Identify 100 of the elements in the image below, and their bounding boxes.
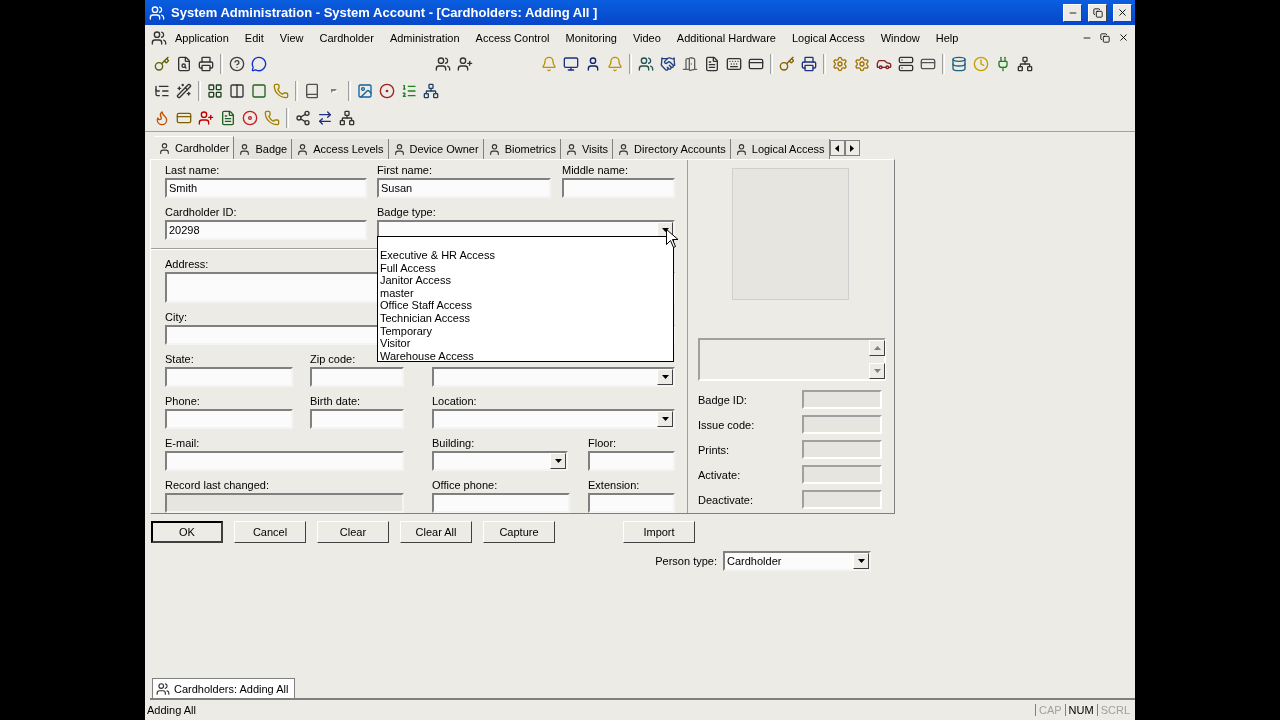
input-field[interactable] xyxy=(588,493,675,513)
dropdown-option[interactable]: Executive & HR Access xyxy=(378,249,673,262)
field-label: Last name: xyxy=(165,164,220,178)
user-icon xyxy=(734,142,748,156)
field-label: Address: xyxy=(165,258,209,272)
dropdown-option[interactable]: Full Access xyxy=(378,261,673,275)
user-icon xyxy=(487,142,501,156)
tab[interactable]: Visits xyxy=(560,139,614,159)
dialog-button[interactable]: OK xyxy=(151,521,223,543)
user-icon xyxy=(238,142,252,156)
key-indicator: CAP xyxy=(1034,704,1065,716)
mouse-pointer-icon xyxy=(666,229,678,248)
menu-item[interactable]: Access Control xyxy=(467,31,558,44)
input-field[interactable] xyxy=(562,178,675,198)
menu-item[interactable]: Application xyxy=(167,31,237,44)
dropdown-option[interactable]: Warehouse Access xyxy=(378,349,673,363)
caret-icon xyxy=(661,228,669,232)
input-field[interactable] xyxy=(165,367,293,387)
input-field[interactable]: Smith xyxy=(165,178,367,198)
field-label: Deactivate: xyxy=(698,493,755,506)
tab[interactable]: Device Owner xyxy=(388,139,484,159)
combo-box[interactable]: Cardholder xyxy=(723,551,871,571)
field-label: Issue code: xyxy=(698,418,756,431)
menu-item[interactable]: Help xyxy=(927,31,967,44)
field-label: Badge type: xyxy=(377,206,436,220)
field-label: Building: xyxy=(432,437,475,451)
menu-item[interactable]: Cardholder xyxy=(311,31,382,44)
minimize-button[interactable] xyxy=(1063,3,1082,22)
restore-icon[interactable] xyxy=(1100,32,1110,43)
dialog-button[interactable]: Clear All xyxy=(400,521,472,543)
dialog-button[interactable]: Capture xyxy=(483,521,555,543)
menu-item[interactable]: Logical Access xyxy=(783,31,873,44)
key-indicator: NUM xyxy=(1064,704,1097,716)
input-field[interactable] xyxy=(310,409,404,429)
close-button[interactable] xyxy=(1113,3,1132,22)
field-label: Person type: xyxy=(655,555,717,567)
field-label: Phone: xyxy=(165,395,200,409)
scroll-down-button[interactable] xyxy=(869,363,885,379)
field-label: First name: xyxy=(377,164,432,178)
close-icon[interactable] xyxy=(1118,32,1129,43)
user-icon xyxy=(564,142,578,156)
user-icon xyxy=(617,142,631,156)
tab[interactable]: Biometrics xyxy=(483,139,561,159)
field-label: Extension: xyxy=(588,479,640,493)
tab[interactable]: Logical Access xyxy=(730,139,830,159)
caret-icon xyxy=(661,417,669,421)
input-field[interactable] xyxy=(165,451,404,471)
menu-item[interactable]: Monitoring xyxy=(557,31,625,44)
dropdown-option[interactable]: Office Staff Access xyxy=(378,299,673,312)
field-label: E-mail: xyxy=(165,437,200,451)
user-icon xyxy=(158,141,171,155)
up-arrow-icon xyxy=(873,346,881,350)
field-label: State: xyxy=(165,353,194,367)
user-icon xyxy=(392,142,406,156)
app-icon xyxy=(149,4,165,21)
menu-item[interactable]: Video xyxy=(624,31,669,44)
caret-icon xyxy=(857,559,865,563)
dropdown-option[interactable]: Technician Access xyxy=(378,311,673,325)
window-tab[interactable]: Cardholders: Adding All xyxy=(152,678,296,698)
menu-item[interactable]: Administration xyxy=(381,31,468,44)
dropdown-option[interactable]: Temporary xyxy=(378,324,673,338)
tab[interactable]: Directory Accounts xyxy=(613,139,731,159)
key-indicator: SCRL xyxy=(1096,704,1133,716)
input-field[interactable] xyxy=(588,451,675,471)
field-label: Middle name: xyxy=(562,164,629,178)
scroll-up-button[interactable] xyxy=(869,340,885,356)
people-icon xyxy=(156,681,170,696)
user-icon xyxy=(296,142,310,156)
restore-button[interactable] xyxy=(1088,3,1107,22)
menu-item[interactable]: Additional Hardware xyxy=(668,31,784,44)
caret-icon xyxy=(661,375,669,379)
tab[interactable]: Cardholder xyxy=(154,136,235,159)
field-label: Office phone: xyxy=(432,479,498,493)
dialog-button[interactable]: Import xyxy=(623,521,695,543)
field-label: Birth date: xyxy=(310,395,361,409)
dropdown-option[interactable]: Visitor xyxy=(378,337,673,350)
input-field[interactable]: 20298 xyxy=(165,220,367,240)
field-label: Prints: xyxy=(698,443,731,456)
input-field[interactable] xyxy=(310,367,404,387)
field-label: Location: xyxy=(432,395,477,409)
dropdown-option[interactable]: master xyxy=(378,286,673,300)
menu-item[interactable]: View xyxy=(271,31,312,44)
right-arrow-icon xyxy=(850,144,855,152)
dropdown-option[interactable]: Janitor Access xyxy=(378,274,673,287)
menu-item[interactable]: Window xyxy=(872,31,928,44)
field-label: Badge ID: xyxy=(698,393,748,406)
window-title: System Administration - System Account - [Cardholders: Adding All ] xyxy=(171,5,599,20)
field-label: Zip code: xyxy=(310,353,356,367)
field-label: City: xyxy=(165,311,187,325)
input-field[interactable]: Susan xyxy=(377,178,551,198)
menu-item[interactable]: Edit xyxy=(236,31,272,44)
dropdown-list[interactable]: Executive & HR Access Full Access Janitor Access master Office Staff Access Technician Access Temporary Visitor Warehouse Access xyxy=(377,236,674,362)
input-field[interactable] xyxy=(165,409,293,429)
tab[interactable]: Access Levels xyxy=(292,139,389,159)
dialog-button[interactable]: Cancel xyxy=(234,521,306,543)
dialog-button[interactable]: Clear xyxy=(317,521,389,543)
tab[interactable]: Badge xyxy=(234,139,293,159)
input-field[interactable] xyxy=(432,493,570,513)
status-text: Adding All xyxy=(147,704,197,716)
field-label: Record last changed: xyxy=(165,479,269,493)
